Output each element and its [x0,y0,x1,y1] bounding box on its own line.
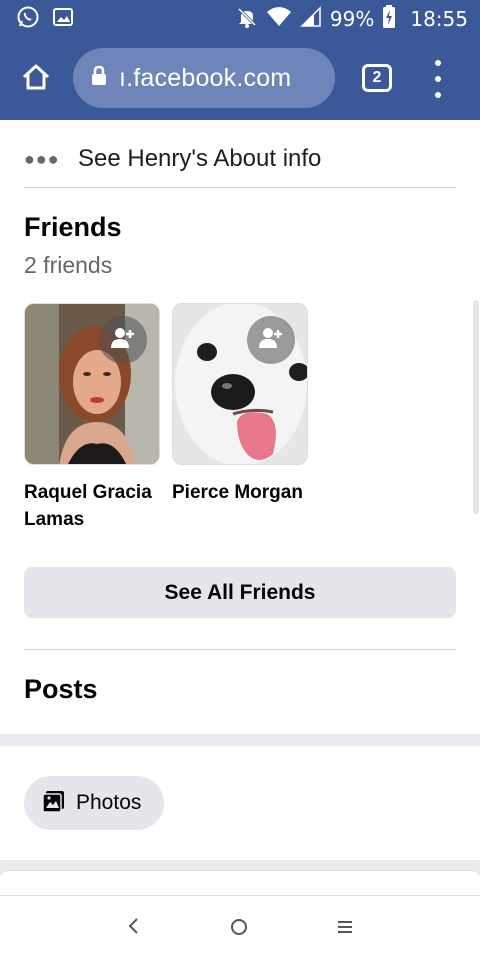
signal-icon [300,5,322,33]
recent-apps-button[interactable] [334,916,356,938]
battery-charging-icon [382,4,396,34]
divider [24,649,456,650]
see-all-friends-button[interactable]: See All Friends [24,567,456,618]
system-nav-bar [0,895,480,960]
mute-icon [236,6,258,33]
see-about-info-link[interactable]: ●●● See Henry's About info [24,134,456,184]
photos-icon [42,789,66,818]
battery-percent: 99% [329,7,375,31]
friends-count: 2 friends [24,252,113,278]
add-friend-button[interactable] [247,316,295,364]
url-bar[interactable]: ı.facebook.com [73,48,335,108]
wifi-icon [266,6,292,33]
add-friend-icon [259,327,283,354]
more-menu-dot [435,76,441,82]
friend-photo[interactable] [24,303,160,465]
profile-content: ●●● See Henry's About info Friends 2 fri… [0,120,480,895]
status-bar: 99% 18:55 [0,0,480,38]
friend-card[interactable]: Pierce Morgan [172,303,308,506]
next-post-card [0,870,480,895]
more-menu-dot [435,92,441,98]
friend-photo[interactable] [172,303,308,465]
home-button[interactable] [228,916,250,938]
whatsapp-icon [16,5,40,34]
back-button[interactable] [122,914,146,938]
tabs-button[interactable]: 2 [362,64,392,92]
home-circle-icon [228,919,250,942]
photos-label: Photos [76,791,142,814]
friend-name[interactable]: Raquel Gracia Lamas [24,479,160,533]
photos-button[interactable]: Photos [24,776,164,830]
more-menu-icon [435,60,441,66]
friends-scrollbar[interactable] [473,300,479,514]
browser-home-button[interactable] [0,38,72,120]
friend-name[interactable]: Pierce Morgan [172,479,308,506]
add-friend-button[interactable] [99,316,147,364]
image-icon [52,6,74,33]
add-friend-icon [111,327,135,354]
friend-card[interactable]: Raquel Gracia Lamas [24,303,160,533]
see-about-info-label: See Henry's About info [78,145,322,172]
status-time: 18:55 [410,7,468,31]
home-icon [21,63,51,96]
friends-heading: Friends [24,212,122,242]
more-dots-icon: ●●● [24,148,60,169]
back-icon [122,918,146,942]
section-separator [0,734,480,746]
recent-apps-icon [334,921,356,942]
posts-heading: Posts [24,674,98,704]
browser-toolbar: ı.facebook.com 2 [0,38,480,120]
lock-icon [91,65,107,92]
tab-count: 2 [372,69,382,86]
url-text: ı.facebook.com [119,63,292,92]
browser-menu-button[interactable] [424,60,452,98]
divider [24,187,456,188]
